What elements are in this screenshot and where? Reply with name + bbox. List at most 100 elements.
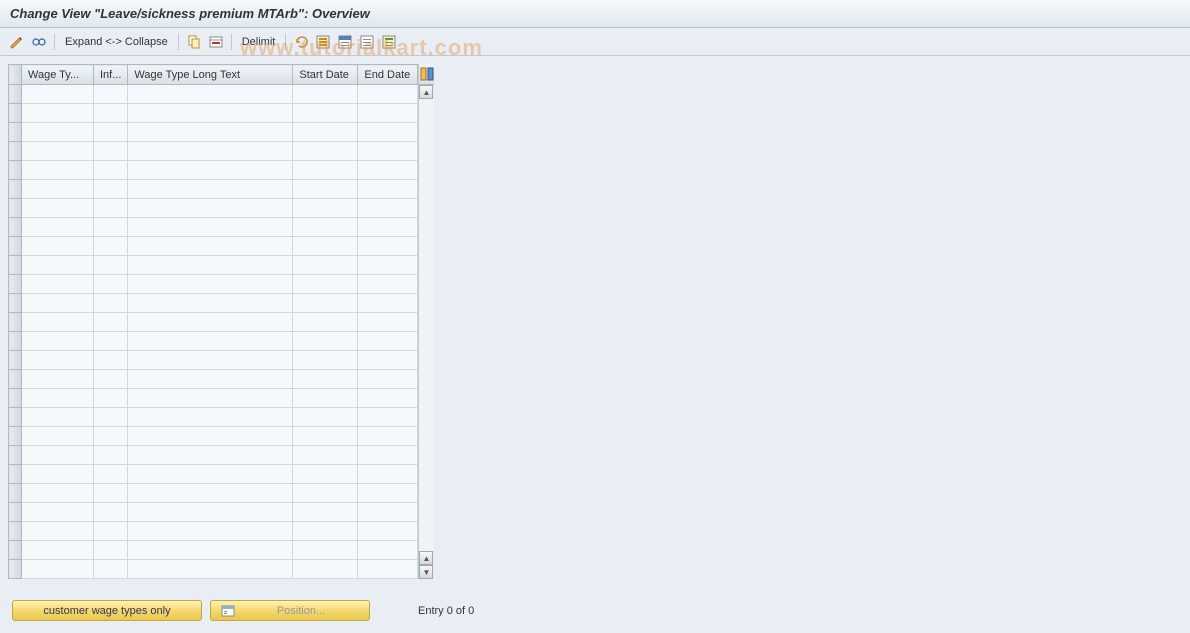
table-row[interactable] [9, 294, 418, 313]
cell-wage-type[interactable] [22, 161, 94, 180]
cell-long-text[interactable] [128, 237, 293, 256]
cell-wage-type[interactable] [22, 408, 94, 427]
vertical-scrollbar[interactable]: ▲ ▲ ▼ [418, 64, 434, 579]
cell-start-date[interactable] [293, 256, 358, 275]
scroll-up-icon[interactable]: ▲ [419, 85, 433, 99]
cell-inf[interactable] [94, 104, 128, 123]
cell-inf[interactable] [94, 218, 128, 237]
cell-start-date[interactable] [293, 161, 358, 180]
row-selector[interactable] [9, 218, 22, 237]
row-selector[interactable] [9, 522, 22, 541]
cell-start-date[interactable] [293, 522, 358, 541]
cell-end-date[interactable] [358, 85, 418, 104]
cell-long-text[interactable] [128, 180, 293, 199]
row-selector[interactable] [9, 427, 22, 446]
cell-end-date[interactable] [358, 313, 418, 332]
table-row[interactable] [9, 123, 418, 142]
table-row[interactable] [9, 180, 418, 199]
cell-inf[interactable] [94, 408, 128, 427]
table-row[interactable] [9, 560, 418, 579]
table-row[interactable] [9, 522, 418, 541]
col-header-end-date[interactable]: End Date [358, 65, 418, 85]
cell-end-date[interactable] [358, 199, 418, 218]
cell-end-date[interactable] [358, 123, 418, 142]
cell-end-date[interactable] [358, 237, 418, 256]
cell-start-date[interactable] [293, 313, 358, 332]
cell-wage-type[interactable] [22, 237, 94, 256]
cell-start-date[interactable] [293, 484, 358, 503]
cell-wage-type[interactable] [22, 104, 94, 123]
table-row[interactable] [9, 218, 418, 237]
cell-wage-type[interactable] [22, 256, 94, 275]
row-selector[interactable] [9, 389, 22, 408]
cell-end-date[interactable] [358, 560, 418, 579]
cell-start-date[interactable] [293, 465, 358, 484]
cell-inf[interactable] [94, 332, 128, 351]
cell-long-text[interactable] [128, 294, 293, 313]
cell-start-date[interactable] [293, 237, 358, 256]
cell-start-date[interactable] [293, 370, 358, 389]
table-row[interactable] [9, 465, 418, 484]
cell-inf[interactable] [94, 123, 128, 142]
cell-start-date[interactable] [293, 389, 358, 408]
cell-long-text[interactable] [128, 256, 293, 275]
row-selector[interactable] [9, 275, 22, 294]
table-row[interactable] [9, 503, 418, 522]
table-row[interactable] [9, 332, 418, 351]
cell-end-date[interactable] [358, 180, 418, 199]
scroll-down-icon[interactable]: ▼ [419, 565, 433, 579]
cell-wage-type[interactable] [22, 123, 94, 142]
cell-inf[interactable] [94, 180, 128, 199]
cell-long-text[interactable] [128, 218, 293, 237]
cell-wage-type[interactable] [22, 389, 94, 408]
cell-inf[interactable] [94, 199, 128, 218]
cell-wage-type[interactable] [22, 541, 94, 560]
cell-long-text[interactable] [128, 123, 293, 142]
row-selector[interactable] [9, 161, 22, 180]
cell-wage-type[interactable] [22, 522, 94, 541]
table-row[interactable] [9, 161, 418, 180]
cell-inf[interactable] [94, 446, 128, 465]
cell-wage-type[interactable] [22, 446, 94, 465]
cell-long-text[interactable] [128, 522, 293, 541]
cell-long-text[interactable] [128, 313, 293, 332]
cell-start-date[interactable] [293, 541, 358, 560]
table-row[interactable] [9, 104, 418, 123]
cell-end-date[interactable] [358, 104, 418, 123]
row-selector[interactable] [9, 85, 22, 104]
cell-start-date[interactable] [293, 446, 358, 465]
cell-long-text[interactable] [128, 541, 293, 560]
table-row[interactable] [9, 389, 418, 408]
cell-start-date[interactable] [293, 85, 358, 104]
select-all-icon[interactable] [314, 33, 332, 51]
cell-long-text[interactable] [128, 389, 293, 408]
cell-long-text[interactable] [128, 104, 293, 123]
table-row[interactable] [9, 142, 418, 161]
row-selector[interactable] [9, 104, 22, 123]
cell-end-date[interactable] [358, 389, 418, 408]
cell-long-text[interactable] [128, 161, 293, 180]
cell-long-text[interactable] [128, 332, 293, 351]
row-selector[interactable] [9, 465, 22, 484]
cell-wage-type[interactable] [22, 199, 94, 218]
cell-wage-type[interactable] [22, 351, 94, 370]
undo-icon[interactable] [292, 33, 310, 51]
table-row[interactable] [9, 541, 418, 560]
row-selector[interactable] [9, 332, 22, 351]
table-row[interactable] [9, 484, 418, 503]
cell-start-date[interactable] [293, 218, 358, 237]
cell-wage-type[interactable] [22, 218, 94, 237]
cell-inf[interactable] [94, 85, 128, 104]
cell-inf[interactable] [94, 465, 128, 484]
cell-inf[interactable] [94, 294, 128, 313]
row-selector[interactable] [9, 256, 22, 275]
cell-start-date[interactable] [293, 104, 358, 123]
table-row[interactable] [9, 370, 418, 389]
col-header-wage-type[interactable]: Wage Ty... [22, 65, 94, 85]
row-selector[interactable] [9, 123, 22, 142]
cell-end-date[interactable] [358, 503, 418, 522]
cell-wage-type[interactable] [22, 465, 94, 484]
select-block-icon[interactable] [336, 33, 354, 51]
cell-end-date[interactable] [358, 275, 418, 294]
cell-start-date[interactable] [293, 142, 358, 161]
